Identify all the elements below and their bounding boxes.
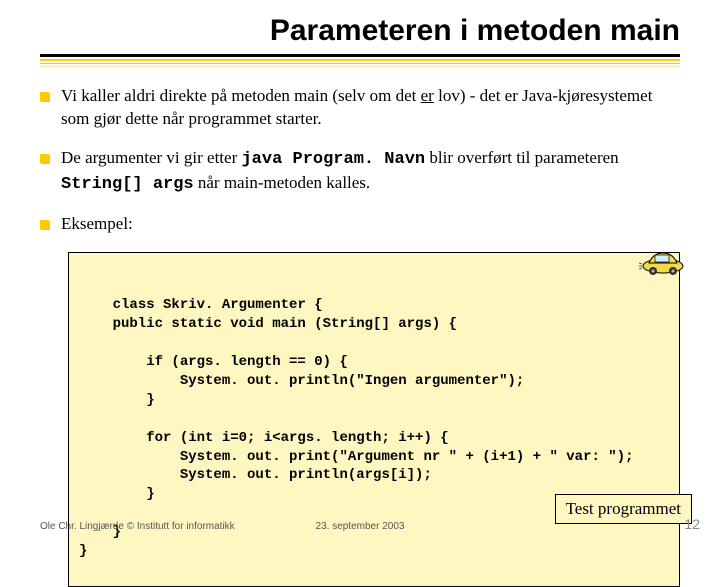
footer-date: 23. september 2003 <box>316 521 405 532</box>
slide-footer: Ole Chr. Lingjærde © Institutt for infor… <box>40 521 680 532</box>
bullet-2-text-post: når main-metoden kalles. <box>194 173 371 192</box>
bullet-icon <box>40 154 49 163</box>
bullet-1-underline: er <box>421 86 434 105</box>
bullet-2-text-pre: De argumenter vi gir etter <box>61 148 241 167</box>
bullet-2-text-mid: blir overført til parameteren <box>425 148 619 167</box>
bullet-3: Eksempel: <box>40 213 680 236</box>
bullet-2: De argumenter vi gir etter java Program.… <box>40 147 680 197</box>
page-number: 12 <box>684 516 700 532</box>
code-example-box: class Skriv. Argumenter { public static … <box>68 252 680 587</box>
code-example-text: class Skriv. Argumenter { public static … <box>79 297 634 559</box>
test-program-box: Test programmet <box>555 494 692 524</box>
bullet-1: Vi kaller aldri direkte på metoden main … <box>40 85 680 131</box>
bullet-3-text: Eksempel: <box>61 213 680 236</box>
bullet-icon <box>40 220 49 229</box>
bullet-icon <box>40 92 49 101</box>
title-underline <box>40 54 680 67</box>
bullet-1-text-pre: Vi kaller aldri direkte på metoden main … <box>61 86 421 105</box>
bullet-2-code-2: String[] args <box>61 175 194 194</box>
footer-author: Ole Chr. Lingjærde © Institutt for infor… <box>40 521 235 532</box>
car-icon <box>639 245 687 275</box>
bullet-2-code-1: java Program. Navn <box>241 150 425 169</box>
slide-title: Parameteren i metoden main <box>40 14 680 48</box>
